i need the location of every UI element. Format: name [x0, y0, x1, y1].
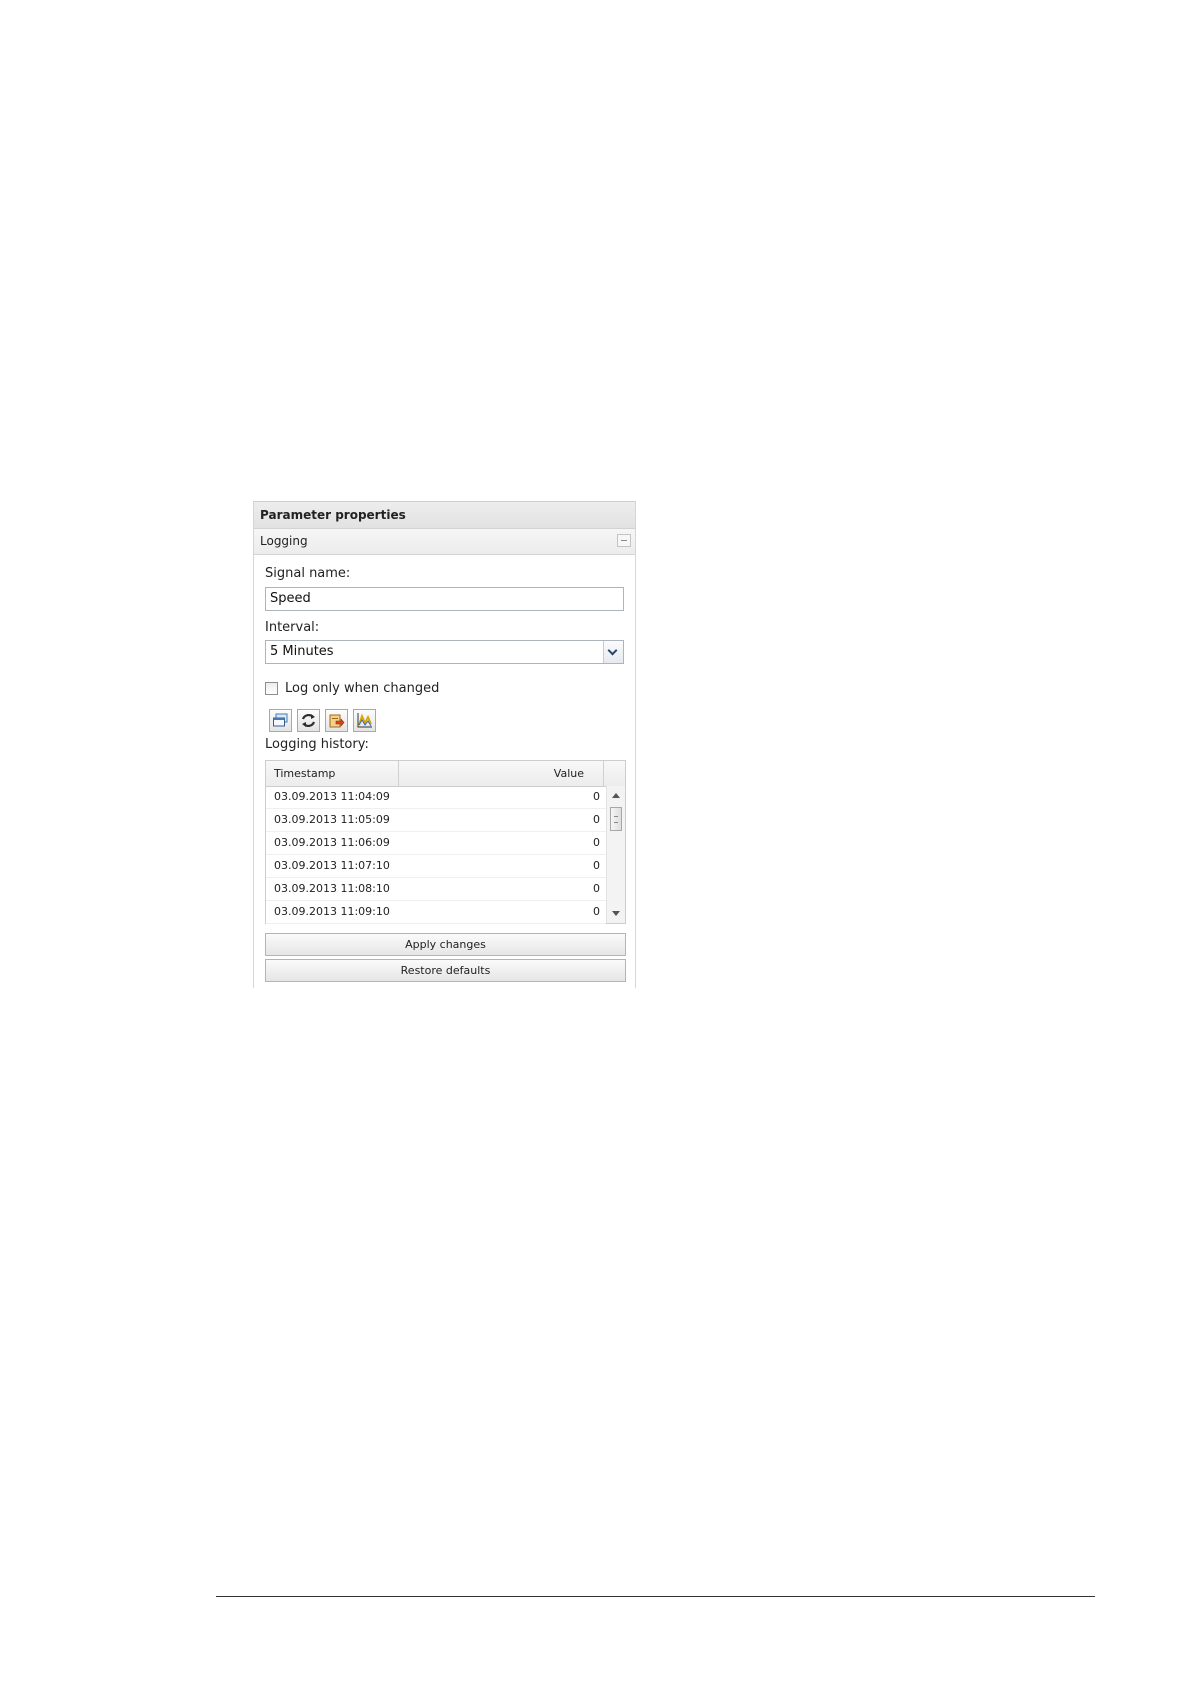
- value-cell: 0: [593, 859, 600, 872]
- parameter-properties-panel: Parameter properties Logging Signal name…: [253, 501, 636, 988]
- interval-selected-value: 5 Minutes: [270, 644, 334, 659]
- header-spacer: [604, 761, 625, 786]
- scroll-down-icon[interactable]: [612, 911, 620, 916]
- logging-section-header[interactable]: Logging: [254, 529, 635, 555]
- column-header-value[interactable]: Value: [399, 761, 604, 786]
- timestamp-cell: 03.09.2013 11:06:09: [274, 836, 390, 849]
- value-cell: 0: [593, 836, 600, 849]
- value-cell: 0: [593, 813, 600, 826]
- timestamp-cell: 03.09.2013 11:07:10: [274, 859, 390, 872]
- scrollbar-thumb[interactable]: [610, 807, 622, 831]
- interval-select[interactable]: 5 Minutes: [265, 640, 624, 664]
- timestamp-cell: 03.09.2013 11:04:09: [274, 790, 390, 803]
- table-row[interactable]: 03.09.2013 11:08:10 0: [266, 878, 606, 901]
- window-icon[interactable]: [269, 709, 292, 732]
- restore-defaults-button[interactable]: Restore defaults: [265, 959, 626, 982]
- refresh-icon[interactable]: [297, 709, 320, 732]
- value-cell: 0: [593, 905, 600, 918]
- table-row[interactable]: 03.09.2013 11:05:09 0: [266, 809, 606, 832]
- table-scrollbar[interactable]: [606, 786, 625, 923]
- timestamp-cell: 03.09.2013 11:05:09: [274, 813, 390, 826]
- scroll-up-icon[interactable]: [612, 793, 620, 798]
- logging-history-label: Logging history:: [265, 737, 369, 752]
- logging-content: Signal name: Speed Interval: 5 Minutes L…: [254, 566, 635, 982]
- value-cell: 0: [593, 790, 600, 803]
- section-title: Logging: [260, 534, 308, 548]
- table-header: Timestamp Value: [266, 761, 625, 787]
- table-row[interactable]: 03.09.2013 11:09:10 0: [266, 901, 606, 924]
- collapse-icon[interactable]: [617, 534, 631, 547]
- log-only-when-changed-row[interactable]: Log only when changed: [265, 679, 624, 697]
- log-only-when-changed-label: Log only when changed: [285, 680, 440, 696]
- table-row[interactable]: 03.09.2013 11:07:10 0: [266, 855, 606, 878]
- log-only-when-changed-checkbox[interactable]: [265, 681, 278, 695]
- value-cell: 0: [593, 882, 600, 895]
- timestamp-cell: 03.09.2013 11:08:10: [274, 882, 390, 895]
- table-body: 03.09.2013 11:04:09 0 03.09.2013 11:05:0…: [266, 786, 606, 924]
- chart-icon[interactable]: [353, 709, 376, 732]
- panel-title: Parameter properties: [254, 501, 635, 529]
- export-icon[interactable]: [325, 709, 348, 732]
- interval-label: Interval:: [265, 620, 320, 635]
- table-row[interactable]: 03.09.2013 11:04:09 0: [266, 786, 606, 809]
- apply-changes-button[interactable]: Apply changes: [265, 933, 626, 956]
- logging-history-table: Timestamp Value 03.09.2013 11:04:09 0 03…: [265, 760, 626, 924]
- history-toolbar: [265, 709, 624, 735]
- signal-name-label: Signal name:: [265, 566, 351, 581]
- column-header-timestamp[interactable]: Timestamp: [266, 761, 399, 786]
- timestamp-cell: 03.09.2013 11:09:10: [274, 905, 390, 918]
- chevron-down-icon[interactable]: [603, 641, 623, 663]
- signal-name-input[interactable]: Speed: [265, 587, 624, 611]
- table-row[interactable]: 03.09.2013 11:06:09 0: [266, 832, 606, 855]
- footer-rule: [216, 1596, 1095, 1597]
